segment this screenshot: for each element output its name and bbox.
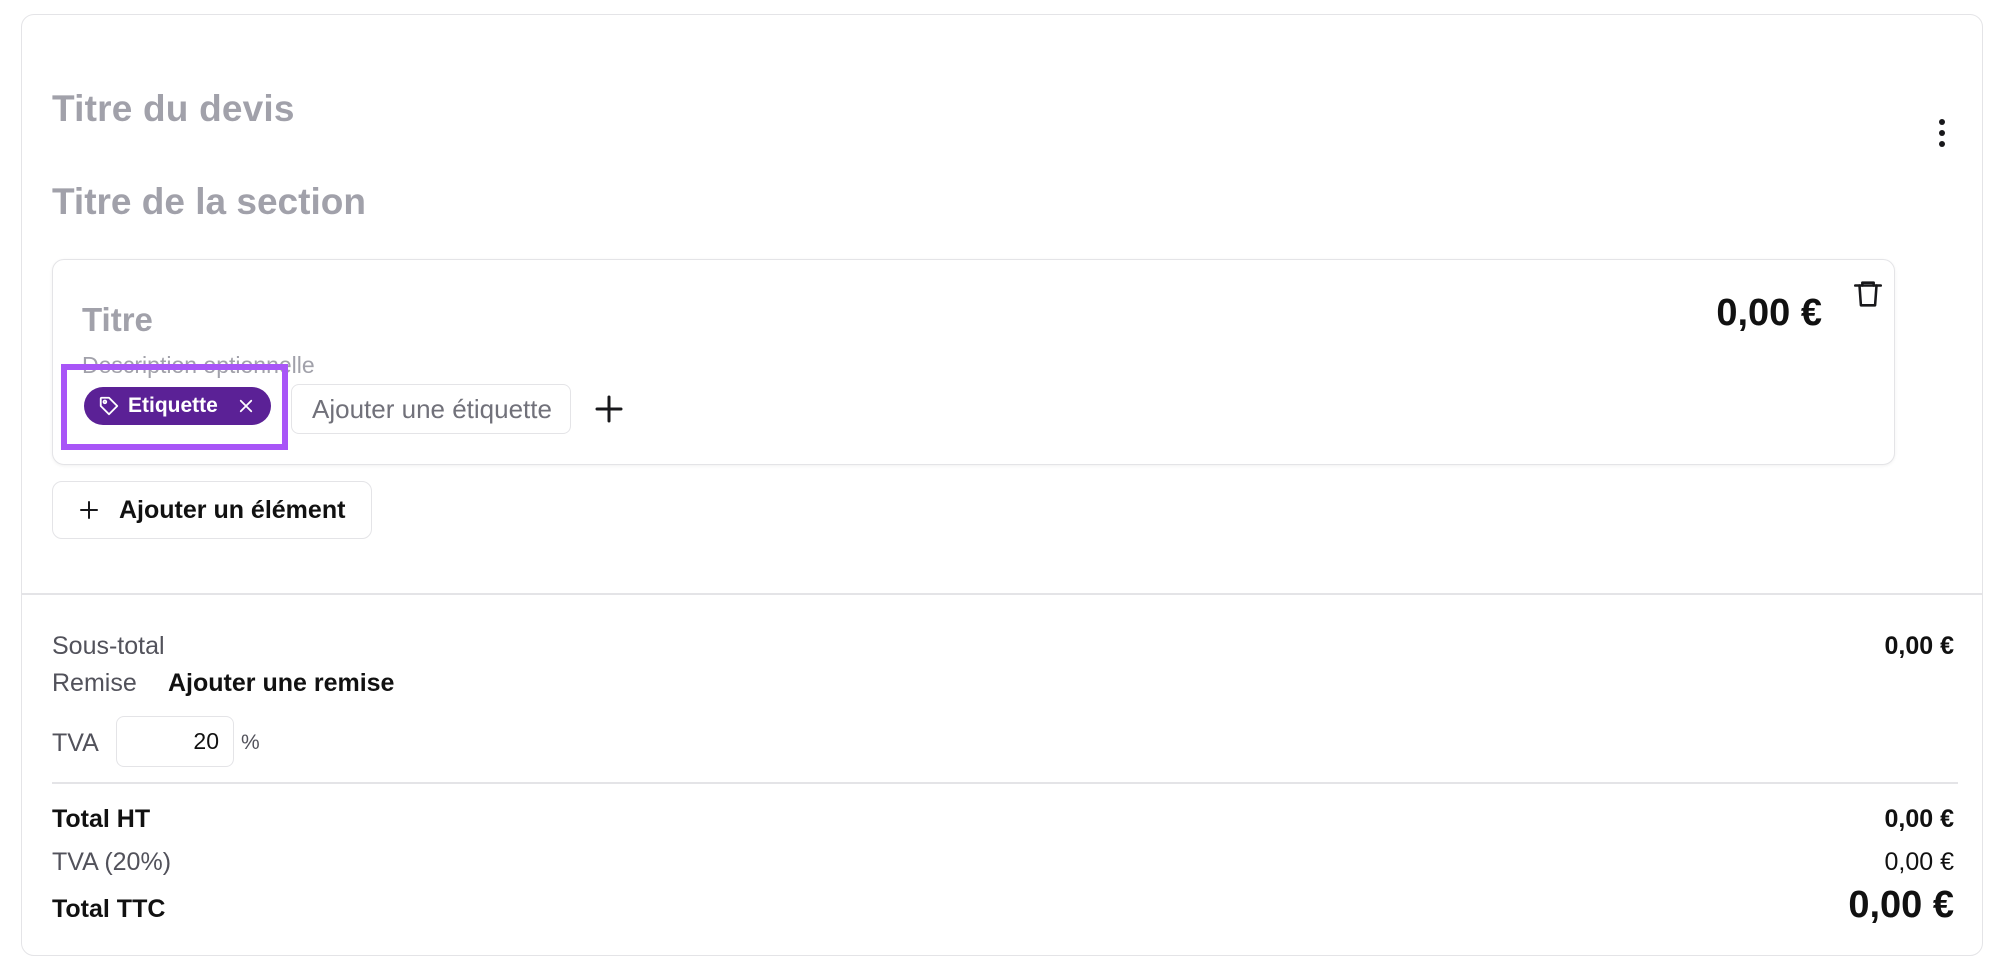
subtotal-value: 0,00 € (1884, 632, 1954, 660)
divider (52, 782, 1958, 784)
tag-icon (99, 396, 119, 416)
vat-rate-input[interactable] (116, 716, 234, 767)
plus-icon (80, 501, 98, 519)
plus-icon[interactable] (591, 391, 627, 427)
quote-editor-card: Titre du devis Titre de la section Titre… (21, 14, 1983, 956)
total-ttc-label: Total TTC (52, 895, 166, 923)
vat-label: TVA (52, 729, 99, 757)
tag-input[interactable] (291, 384, 571, 434)
add-element-label: Ajouter un élément (119, 495, 346, 524)
vat-unit: % (241, 731, 260, 754)
item-title[interactable]: Titre (82, 301, 153, 339)
close-icon[interactable] (237, 397, 255, 415)
trash-icon[interactable] (1851, 277, 1885, 311)
line-item-card: Titre Description optionnelle 0,00 € Eti… (52, 259, 1895, 465)
section-title[interactable]: Titre de la section (52, 181, 366, 223)
more-options-button[interactable] (1920, 103, 1964, 163)
more-vertical-icon (1939, 119, 1945, 125)
more-vertical-icon-dot (1939, 141, 1945, 147)
total-ttc-value: 0,00 € (1848, 884, 1954, 926)
item-price: 0,00 € (1716, 292, 1822, 334)
item-description[interactable]: Description optionnelle (82, 352, 315, 379)
discount-label: Remise (52, 669, 137, 697)
tag-chip[interactable]: Etiquette (84, 387, 271, 425)
total-ht-label: Total HT (52, 805, 151, 833)
tag-label: Etiquette (128, 394, 218, 417)
add-discount-link[interactable]: Ajouter une remise (168, 669, 394, 698)
total-ht-value: 0,00 € (1884, 805, 1954, 833)
vat-amount-label: TVA (20%) (52, 848, 172, 876)
quote-title[interactable]: Titre du devis (52, 88, 295, 130)
divider (22, 593, 1982, 595)
add-element-button[interactable]: Ajouter un élément (52, 481, 372, 539)
subtotal-label: Sous-total (52, 632, 165, 660)
more-vertical-icon-dot (1939, 130, 1945, 136)
vat-amount-value: 0,00 € (1884, 848, 1954, 876)
